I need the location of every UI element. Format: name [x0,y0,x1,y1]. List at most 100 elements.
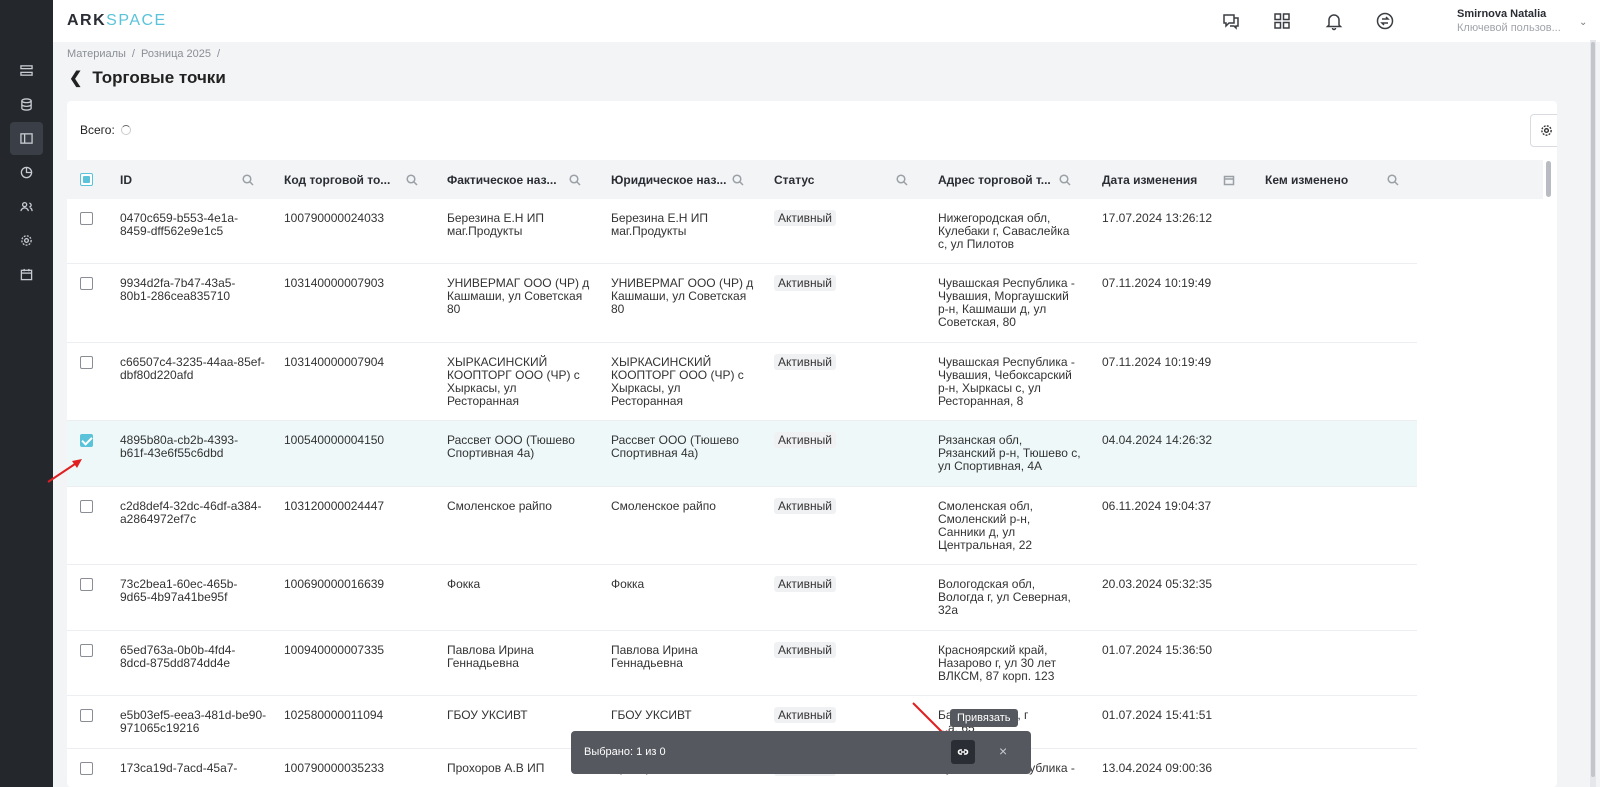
cell-date-cell: 07.11.2024 10:19:49 [1102,277,1211,290]
breadcrumb-item[interactable]: Розница 2025 [141,48,211,60]
cell-address: Нижегородская обл, Кулебаки г, Саваслейка… [938,212,1069,251]
calendar-icon[interactable] [1223,173,1235,186]
row-checkbox[interactable] [80,500,93,513]
cell-address-line: Советская, 80 [938,315,1016,329]
cell-actual-name-line: ГБОУ УКСИВТ [447,708,528,722]
cell-actual-name: Прохоров А.В ИП [447,762,544,775]
breadcrumb-separator: / [217,48,221,60]
chat-icon[interactable] [1221,11,1241,31]
col-header-modified-by[interactable]: Кем изменено [1265,160,1348,199]
status-badge-cell: Активный [774,642,836,658]
cell-address: Вологодская обл, Вологда г, ул Северная, 3… [938,578,1071,617]
bell-icon[interactable] [1324,11,1344,31]
status-badge: Активный [774,275,836,291]
row-checkbox[interactable] [80,709,93,722]
cell-address: Чувашская Республика - Чувашия, Чебоксарс… [938,356,1075,408]
chevron-down-icon[interactable]: ⌄ [1579,17,1587,28]
col-header-code[interactable]: Код торговой то... [284,160,390,199]
status-badge-cell: Активный [774,498,836,514]
cell-id-line: 8dcd-875dd874dd4e [120,656,231,670]
user-menu[interactable]: Smirnova Natalia Ключевой пользов... [1457,8,1577,34]
col-header-status[interactable]: Статус [774,160,814,199]
sidebar-layout-icon[interactable] [10,122,43,155]
search-icon[interactable] [569,173,581,186]
table-scrollbar[interactable] [1546,161,1551,197]
search-icon[interactable] [1387,173,1399,186]
table-row[interactable]: 9934d2fa-7b47-43a5- 80b1-286cea835710 1031… [67,264,1417,343]
cell-actual-name: Фокка [447,578,480,591]
cell-actual-name: ГБОУ УКСИВТ [447,709,528,722]
link-button[interactable] [951,740,975,764]
table-row[interactable]: 4895b80a-cb2b-4393- b61f-43e6f55c6dbd 1005… [67,421,1417,487]
search-icon[interactable] [896,173,908,186]
row-checkbox[interactable] [80,277,93,290]
row-checkbox[interactable] [80,578,93,591]
col-header-address[interactable]: Адрес торговой т... [938,160,1051,199]
sidebar-list-icon[interactable] [10,54,43,87]
cell-actual-name-line: Ресторанная [447,394,519,408]
cell-date-cell: 13.04.2024 09:00:36 [1102,762,1212,775]
table-card: Всего: ID Код торговой то... Фактическое… [67,101,1557,787]
status-badge: Активный [774,354,836,370]
sidebar-gear-icon[interactable] [10,224,43,257]
close-icon[interactable]: × [999,743,1007,759]
table-row[interactable]: 65ed763a-0b0b-4fd4- 8dcd-875dd874dd4e 1009… [67,631,1417,696]
row-checkbox[interactable] [80,762,93,775]
cell-id-line: 8459-dff562e9e1c5 [120,224,224,238]
search-icon[interactable] [406,173,418,186]
sidebar-calendar-icon[interactable] [10,258,43,291]
grid-icon[interactable] [1272,11,1292,31]
cell-date: 20.03.2024 05:32:35 [1102,577,1213,591]
search-icon[interactable] [732,173,744,186]
cell-address: Рязанская обл, Рязанский р-н, Тюшево с, ул… [938,434,1081,473]
row-checkbox[interactable] [80,434,93,447]
cell-date: 01.07.2024 15:36:50 [1102,643,1213,657]
row-checkbox[interactable] [80,356,93,369]
cell-actual-name: Павлова Ирина Геннадьевна [447,644,534,670]
row-checkbox[interactable] [80,644,93,657]
table-row[interactable]: c66507c4-3235-44aa-85ef-dbf80d220afd 1031… [67,343,1417,421]
table-settings-button[interactable] [1530,114,1557,147]
col-header-legal-name[interactable]: Юридическое наз... [611,160,726,199]
search-icon[interactable] [1059,173,1071,186]
page-scrollbar[interactable] [1591,42,1595,777]
cell-id: c66507c4-3235-44aa-85ef-dbf80d220afd [120,356,265,382]
cell-date: 13.04.2024 09:00:36 [1102,761,1213,775]
sidebar-users-icon[interactable] [10,190,43,223]
selected-count: Выбрано: 1 из 0 [584,746,666,758]
cell-address: Чувашская Республика - Чувашия, Моргаушск… [938,277,1075,329]
cell-id-line: 971065c19216 [120,721,200,735]
logo[interactable]: ARKSPACE [67,12,167,30]
cell-legal-name: Павлова Ирина Геннадьевна [611,644,698,670]
cell-actual-name-line: маг.Продукты [447,224,523,238]
cell-id-line: a2864972ef7c [120,512,197,526]
select-all-checkbox[interactable] [80,173,93,186]
cell-date-cell: 20.03.2024 05:32:35 [1102,578,1212,591]
col-header-id[interactable]: ID [120,160,132,199]
cell-id-line: b61f-43e6f55c6dbd [120,446,224,460]
status-badge: Активный [774,576,836,592]
cell-legal-name: Фокка [611,578,644,591]
cell-code-cell: 103140000007904 [284,356,384,369]
sidebar-chart-icon[interactable] [10,156,43,189]
search-icon[interactable] [242,173,254,186]
cell-actual-name: Рассвет ООО (Тюшево Спортивная 4а) [447,434,575,460]
cell-date-cell: 01.07.2024 15:36:50 [1102,644,1212,657]
table-row[interactable]: 0470c659-b553-4e1a- 8459-dff562e9e1c5 1007… [67,199,1417,264]
cell-legal-name-line: Спортивная 4а) [611,446,699,460]
col-header-actual-name[interactable]: Фактическое наз... [447,160,557,199]
back-arrow-icon[interactable]: ❮ [69,68,82,88]
sidebar-database-icon[interactable] [10,88,43,121]
table-row[interactable]: 73c2bea1-60ec-465b- 9d65-4b97a41be95f 1006… [67,565,1417,631]
sync-icon[interactable] [1375,11,1395,31]
cell-actual-name-line: Геннадьевна [447,656,519,670]
row-checkbox[interactable] [80,212,93,225]
cell-id-line: 173ca19d-7acd-45a7- [120,761,238,775]
cell-actual-name-line: Прохоров А.В ИП [447,761,545,775]
cell-code: 102580000011094 [284,708,384,722]
col-header-date[interactable]: Дата изменения [1102,160,1197,199]
table-header: ID Код торговой то... Фактическое наз...… [67,160,1543,199]
breadcrumb-item[interactable]: Материалы [67,48,126,60]
cell-code: 103140000007903 [284,276,385,290]
table-row[interactable]: c2d8def4-32dc-46df-a384- a2864972ef7c 1031… [67,487,1417,565]
